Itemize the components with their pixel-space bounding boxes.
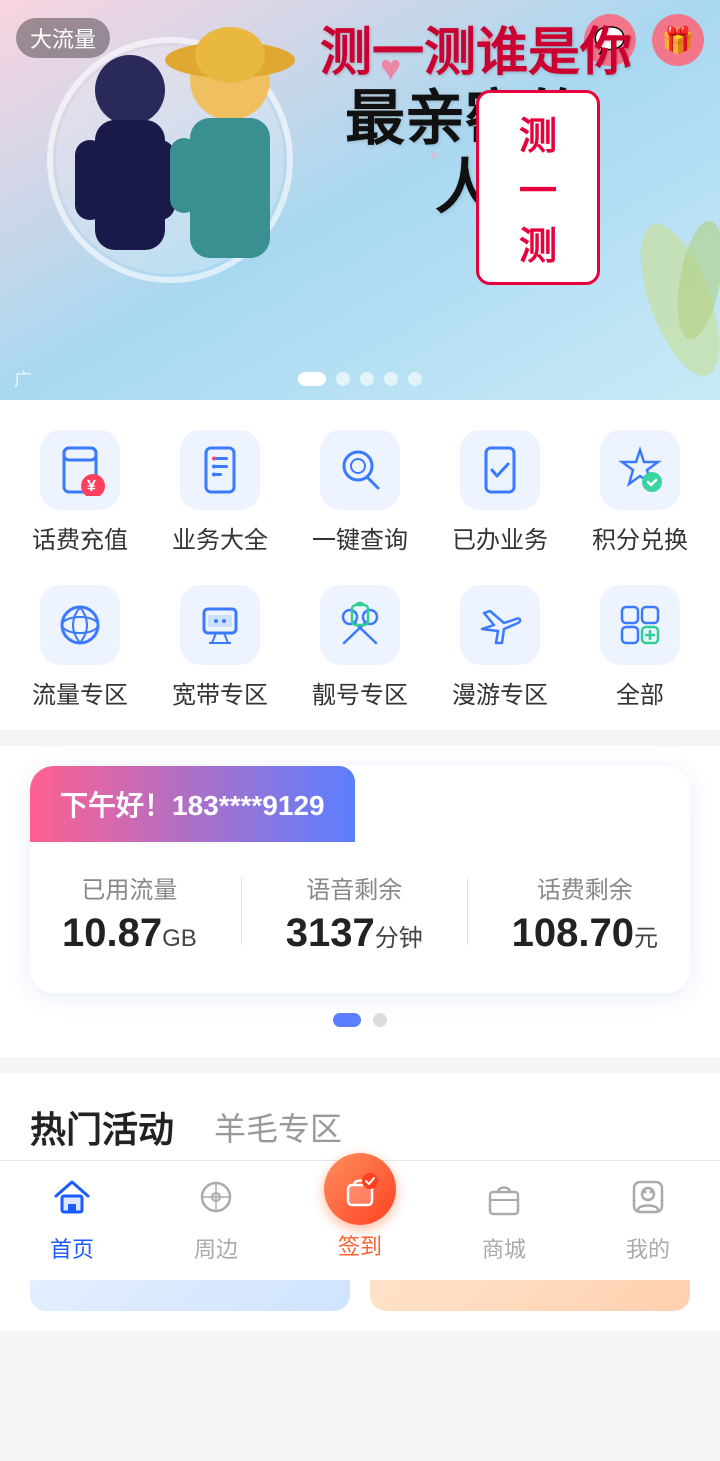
banner-title1: 测一测谁是你 [320, 24, 610, 84]
shop-icon [484, 1178, 524, 1226]
stat-data-used: 已用流量 10.87GB [62, 870, 197, 953]
menu-item-services[interactable]: 业务大全 [160, 430, 280, 555]
menu-label-roaming: 漫游专区 [452, 675, 548, 710]
checkin-icon [324, 1153, 396, 1225]
stat-value-data: 10.87GB [62, 913, 197, 953]
stat-value-voice: 3137分钟 [286, 913, 423, 953]
menu-label-all: 全部 [616, 675, 664, 710]
banner-dots [0, 372, 720, 386]
account-section: 下午好！183****9129 已用流量 10.87GB 语音剩余 3137分钟… [0, 746, 720, 1057]
banner-cta-button[interactable]: 测一测 [476, 90, 600, 285]
tab-hot-activity[interactable]: 热门活动 [30, 1101, 174, 1165]
menu-item-roaming[interactable]: 漫游专区 [440, 585, 560, 710]
menu-item-broadband[interactable]: 宽带专区 [160, 585, 280, 710]
divider-1 [0, 730, 720, 746]
menu-item-points[interactable]: 积分兑换 [580, 430, 700, 555]
card-dots [30, 1013, 690, 1027]
stat-voice-remain: 语音剩余 3137分钟 [286, 870, 423, 953]
menu-label-broadband: 宽带专区 [172, 675, 268, 710]
nearby-icon [196, 1178, 236, 1226]
nav-item-checkin[interactable]: 签到 [300, 1181, 420, 1261]
menu-label-topup: 话费充值 [32, 520, 128, 555]
nav-label-nearby: 周边 [194, 1232, 238, 1264]
home-icon [52, 1178, 92, 1226]
account-stats: 已用流量 10.87GB 语音剩余 3137分钟 话费剩余 108.70元 [30, 842, 690, 963]
menu-label-number: 靓号专区 [312, 675, 408, 710]
stat-label-balance: 话费剩余 [537, 870, 633, 905]
dot-1 [298, 372, 326, 386]
menu-label-query: 一键查询 [312, 520, 408, 555]
stat-value-balance: 108.70元 [512, 913, 658, 953]
dot-4 [384, 372, 398, 386]
card-dot-1 [333, 1013, 361, 1027]
account-header: 下午好！183****9129 [30, 766, 355, 842]
stat-label-voice: 语音剩余 [306, 870, 402, 905]
stat-divider-2 [467, 878, 468, 945]
svg-text:¥: ¥ [87, 478, 96, 495]
menu-label-data: 流量专区 [32, 675, 128, 710]
nav-item-mine[interactable]: 我的 [588, 1178, 708, 1264]
dot-2 [336, 372, 350, 386]
bottom-nav: 首页 周边 签到 [0, 1160, 720, 1280]
ad-tag: 广 [14, 366, 32, 392]
mine-icon [628, 1178, 668, 1226]
menu-item-topup[interactable]: ¥ 话费充值 [20, 430, 140, 555]
banner-label: 大流量 [16, 18, 110, 58]
banner[interactable]: ♥ ♥ ♥ ♥ 大流量 💬 🎁 测一测谁是你 [0, 0, 720, 400]
nav-label-mine: 我的 [626, 1232, 670, 1264]
menu-label-done: 已办业务 [452, 520, 548, 555]
menu-item-number[interactable]: 靓号专区 [300, 585, 420, 710]
stat-balance: 话费剩余 108.70元 [512, 870, 658, 953]
stat-divider-1 [241, 878, 242, 945]
nav-label-shop: 商城 [482, 1232, 526, 1264]
stat-label-data: 已用流量 [81, 870, 177, 905]
nav-spacer [0, 1331, 720, 1461]
nav-label-home: 首页 [50, 1232, 94, 1264]
menu-label-points: 积分兑换 [592, 520, 688, 555]
nav-item-shop[interactable]: 商城 [444, 1178, 564, 1264]
gift-icon[interactable]: 🎁 [652, 14, 704, 66]
nav-item-home[interactable]: 首页 [12, 1178, 132, 1264]
menu-row-2: 流量专区 宽带专区 [10, 575, 710, 720]
menu-label-services: 业务大全 [172, 520, 268, 555]
dot-5 [408, 372, 422, 386]
menu-item-query[interactable]: 一键查询 [300, 430, 420, 555]
menu-item-done[interactable]: 已办业务 [440, 430, 560, 555]
menu-item-data[interactable]: 流量专区 [20, 585, 140, 710]
card-dot-2 [373, 1013, 387, 1027]
tab-wool-zone[interactable]: 羊毛专区 [214, 1104, 342, 1162]
nav-item-nearby[interactable]: 周边 [156, 1178, 276, 1264]
nav-label-checkin: 签到 [338, 1229, 382, 1261]
dot-3 [360, 372, 374, 386]
menu-row-1: ¥ 话费充值 业务大全 [10, 420, 710, 565]
account-card: 下午好！183****9129 已用流量 10.87GB 语音剩余 3137分钟… [30, 766, 690, 993]
menu-item-all[interactable]: 全部 [580, 585, 700, 710]
menu-section: ¥ 话费充值 业务大全 [0, 400, 720, 730]
account-greeting: 下午好！183****9129 [60, 790, 325, 821]
